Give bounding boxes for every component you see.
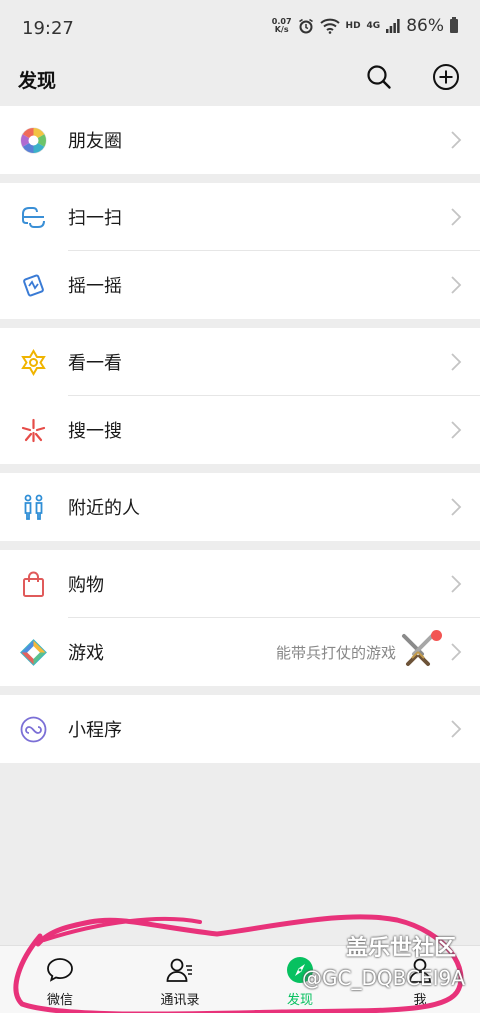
menu-label-moments: 朋友圈 <box>68 131 122 152</box>
net-speed: 0.07 K/s <box>272 18 292 34</box>
menu-group-scan: 扫一扫 摇一摇 <box>0 183 480 319</box>
moments-aperture-icon <box>20 127 47 154</box>
chevron-right-icon <box>451 131 462 149</box>
chevron-right-icon <box>451 575 462 593</box>
wifi-icon <box>319 18 340 34</box>
chat-bubble-icon <box>47 958 73 982</box>
tab-label-discover: 发现 <box>286 993 313 1008</box>
watermark-line1: 盖乐世社区 <box>346 936 457 961</box>
menu-label-games: 游戏 <box>68 643 104 664</box>
chevron-right-icon <box>451 276 462 294</box>
add-button[interactable] <box>431 62 461 92</box>
alarm-icon <box>298 18 313 34</box>
watermark-line2: @GC_DQBCEI9A <box>302 966 465 990</box>
people-nearby-icon <box>24 494 43 520</box>
menu-label-scan: 扫一扫 <box>68 208 122 229</box>
net-speed-unit: K/s <box>274 25 289 34</box>
status-time: 19:27 <box>22 18 74 39</box>
chevron-right-icon <box>451 720 462 738</box>
tab-label-chats: 微信 <box>46 993 73 1008</box>
status-icons: 0.07 K/s HD 4G 86% <box>272 16 458 36</box>
menu-label-mini-programs: 小程序 <box>68 720 122 741</box>
menu-label-search: 搜一搜 <box>68 421 122 442</box>
menu-item-mini-programs[interactable]: 小程序 <box>0 695 480 763</box>
menu-label-shake: 摇一摇 <box>68 276 122 297</box>
chevron-right-icon <box>451 643 462 661</box>
search-sparkle-icon <box>21 418 46 443</box>
shopping-bag-icon <box>23 571 44 597</box>
menu-group-stories: 看一看 搜一搜 <box>0 328 480 464</box>
scan-icon <box>22 207 45 228</box>
games-diamond-icon <box>20 639 47 666</box>
menu-label-shopping: 购物 <box>68 575 104 596</box>
chevron-right-icon <box>451 498 462 516</box>
page-title: 发现 <box>18 70 57 92</box>
tab-label-contacts: 通讯录 <box>160 993 200 1008</box>
battery-icon <box>450 17 458 33</box>
status-bar: 19:27 0.07 K/s HD 4G 86% <box>0 0 480 56</box>
search-button[interactable] <box>364 62 394 92</box>
network-label: 4G <box>366 21 381 31</box>
shake-icon <box>23 274 44 297</box>
menu-item-moments[interactable]: 朋友圈 <box>0 106 480 174</box>
signal-icon <box>386 19 400 33</box>
battery-percent: 86% <box>406 16 444 36</box>
menu-group-moments: 朋友圈 <box>0 106 480 174</box>
menu-item-shake[interactable]: 摇一摇 <box>0 251 480 319</box>
notification-dot <box>431 630 442 641</box>
tab-chats[interactable]: 微信 <box>20 946 100 1013</box>
search-icon <box>367 65 391 89</box>
menu-item-scan[interactable]: 扫一扫 <box>0 183 480 251</box>
chevron-right-icon <box>451 353 462 371</box>
tab-contacts[interactable]: 通讯录 <box>140 946 220 1013</box>
games-description: 能带兵打仗的游戏 <box>275 643 396 662</box>
menu-item-shopping[interactable]: 购物 <box>0 550 480 618</box>
mini-program-icon <box>20 716 47 743</box>
tab-label-me: 我 <box>413 993 427 1008</box>
menu-label-nearby: 附近的人 <box>68 498 140 519</box>
chevron-right-icon <box>451 208 462 226</box>
menu-item-nearby[interactable]: 附近的人 <box>0 473 480 541</box>
menu-group-mini-programs: 小程序 <box>0 695 480 763</box>
contacts-icon <box>166 958 192 982</box>
menu-group-nearby: 附近的人 <box>0 473 480 541</box>
menu-label-top-stories: 看一看 <box>68 353 122 374</box>
menu-item-top-stories[interactable]: 看一看 <box>0 328 480 396</box>
plus-circle-icon <box>433 64 459 90</box>
menu-item-search[interactable]: 搜一搜 <box>0 396 480 464</box>
menu-item-games[interactable]: 游戏 能带兵打仗的游戏 <box>0 618 480 686</box>
top-bar: 发现 <box>0 56 480 104</box>
top-stories-icon <box>21 349 46 376</box>
menu-group-shopping: 购物 游戏 能带兵打仗的游戏 <box>0 550 480 686</box>
hd-label: HD <box>345 21 361 31</box>
chevron-right-icon <box>451 421 462 439</box>
